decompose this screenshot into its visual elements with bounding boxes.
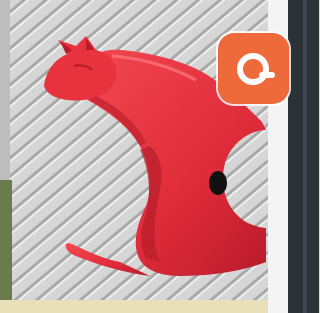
foliage bbox=[0, 180, 12, 313]
lens-search-icon bbox=[218, 33, 289, 104]
sculpture-hole bbox=[209, 171, 227, 195]
app-badge[interactable] bbox=[218, 33, 289, 104]
